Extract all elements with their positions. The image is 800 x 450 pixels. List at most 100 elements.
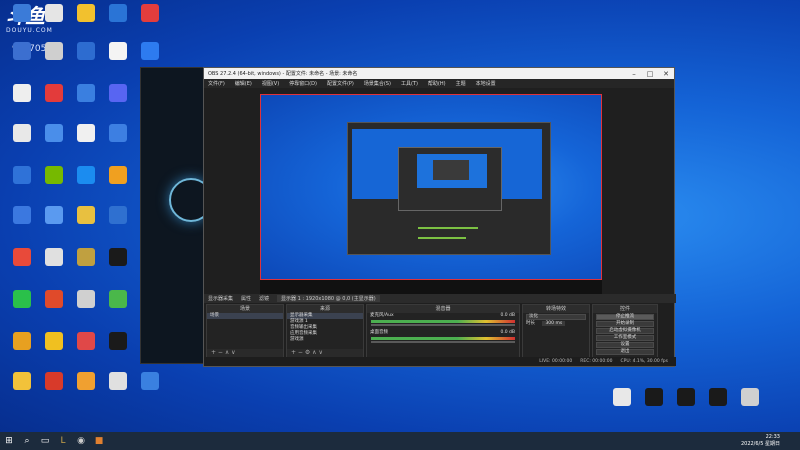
desktop-icon[interactable] <box>6 166 38 185</box>
studio-mode-button[interactable]: 工作室模式 <box>596 335 654 341</box>
league-client-icon[interactable]: L <box>54 432 72 450</box>
obs-taskbar-icon[interactable]: ◉ <box>72 432 90 450</box>
system-clock[interactable]: 22:33 2022/6/5 星期日 <box>741 434 780 448</box>
image-file-icon <box>709 388 727 406</box>
scene-item[interactable]: 场景 <box>207 313 283 319</box>
settings-button[interactable]: 设置 <box>596 342 654 348</box>
obs-window[interactable]: OBS 27.2.4 (64-bit, windows) - 配置文件: 未命名… <box>203 67 676 367</box>
desktop-icon[interactable] <box>6 332 38 351</box>
properties-button[interactable]: 属性 <box>241 295 251 302</box>
menu-scene-collection[interactable]: 场景集合(S) <box>364 80 391 87</box>
desktop-icon[interactable] <box>102 124 134 143</box>
desktop-icon[interactable] <box>38 332 70 351</box>
desktop-icon[interactable] <box>134 372 166 391</box>
desktop-icon[interactable] <box>38 372 70 391</box>
minimize-button[interactable]: – <box>626 70 642 78</box>
desktop-icon[interactable] <box>6 290 38 309</box>
desktop-icon[interactable] <box>702 388 734 407</box>
desktop-icon[interactable] <box>6 372 38 391</box>
desktop-icon[interactable] <box>102 206 134 225</box>
app-icon <box>13 4 31 22</box>
desktop-icon[interactable] <box>70 290 102 309</box>
desktop-icon[interactable] <box>734 388 766 407</box>
desktop-icon[interactable] <box>6 84 38 103</box>
filters-button[interactable]: 滤镜 <box>259 295 269 302</box>
desktop-icon[interactable] <box>38 206 70 225</box>
virtual-camera-button[interactable]: 启动虚拟摄像机 <box>596 328 654 334</box>
desktop-icon[interactable] <box>6 4 38 23</box>
desktop-icon[interactable] <box>38 84 70 103</box>
menu-docks[interactable]: 停靠窗口(D) <box>289 80 317 87</box>
volume-slider[interactable] <box>371 324 515 326</box>
desktop-icon[interactable] <box>102 84 134 103</box>
desktop-icon[interactable] <box>70 124 102 143</box>
desktop-icon[interactable] <box>102 42 134 61</box>
desktop-audio-db: 0.0 dB <box>500 330 515 335</box>
menu-theme[interactable]: 主题 <box>456 80 466 87</box>
exit-button[interactable]: 退出 <box>596 349 654 355</box>
desktop-icon[interactable] <box>70 206 102 225</box>
desktop-icon[interactable] <box>102 290 134 309</box>
nested-obs-window-2 <box>398 147 502 211</box>
menu-local-settings[interactable]: 本地设置 <box>476 80 496 87</box>
menu-file[interactable]: 文件(F) <box>208 80 225 87</box>
desktop-icon[interactable] <box>38 248 70 267</box>
obs-preview[interactable] <box>260 94 602 294</box>
duration-label: 时长 <box>526 321 535 326</box>
app-icon <box>45 84 63 102</box>
menu-tools[interactable]: 工具(T) <box>401 80 418 87</box>
stop-streaming-button[interactable]: 停止推流 <box>596 314 654 320</box>
desktop-icon[interactable] <box>102 332 134 351</box>
desktop-icon[interactable] <box>102 248 134 267</box>
desktop-icon[interactable] <box>102 372 134 391</box>
desktop-icon[interactable] <box>70 248 102 267</box>
desktop-icon[interactable] <box>38 290 70 309</box>
desktop-icon[interactable] <box>38 166 70 185</box>
desktop-icon[interactable] <box>70 4 102 23</box>
duration-input[interactable]: 300 ms <box>542 321 566 326</box>
desktop-icon[interactable] <box>134 4 166 23</box>
desktop-icon[interactable] <box>70 372 102 391</box>
desktop-icon[interactable] <box>134 42 166 61</box>
menu-profile[interactable]: 配置文件(P) <box>327 80 354 87</box>
desktop-icon[interactable] <box>6 206 38 225</box>
menu-edit[interactable]: 编辑(E) <box>235 80 252 87</box>
start-icon[interactable]: ⊞ <box>0 432 18 450</box>
display-select[interactable]: 显示器 1 : 1920x1080 @ 0,0 (主显示器) <box>277 295 380 302</box>
desktop-icon[interactable] <box>38 42 70 61</box>
desktop-icon[interactable] <box>670 388 702 407</box>
volume-slider[interactable] <box>371 341 515 343</box>
start-recording-button[interactable]: 开始录制 <box>596 321 654 327</box>
background-app-window[interactable] <box>140 67 213 364</box>
desktop-icon[interactable] <box>70 42 102 61</box>
windows-taskbar: ⊞ ⌕ ▭ L ◉ ■ 22:33 2022/6/5 星期日 <box>0 432 800 450</box>
app-taskbar-icon[interactable]: ■ <box>90 432 108 450</box>
source-item[interactable]: 游戏源 <box>287 337 363 343</box>
desktop-icon[interactable] <box>70 84 102 103</box>
scenes-footer-buttons[interactable]: + − ∧ ∨ <box>207 349 283 357</box>
menu-view[interactable]: 视图(V) <box>262 80 279 87</box>
desktop-icon[interactable] <box>102 166 134 185</box>
sources-footer-buttons[interactable]: + − ⚙ ∧ ∨ <box>287 349 363 357</box>
menu-help[interactable]: 帮助(H) <box>428 80 446 87</box>
desktop-icon[interactable] <box>70 166 102 185</box>
obs-titlebar[interactable]: OBS 27.2.4 (64-bit, windows) - 配置文件: 未命名… <box>204 68 674 79</box>
transition-select[interactable]: 淡化 <box>526 314 586 320</box>
desktop-icon[interactable] <box>6 124 38 143</box>
nested-obs-window-3 <box>433 160 469 180</box>
desktop-icon[interactable] <box>102 4 134 23</box>
desktop-icon[interactable] <box>606 388 638 407</box>
task-view-icon[interactable]: ▭ <box>36 432 54 450</box>
desktop-icon[interactable] <box>70 332 102 351</box>
maximize-button[interactable]: □ <box>642 70 658 78</box>
app-icon <box>77 372 95 390</box>
close-button[interactable]: ✕ <box>658 70 674 78</box>
desktop-icon[interactable] <box>6 42 38 61</box>
desktop-icon[interactable] <box>38 4 70 23</box>
desktop-icon[interactable] <box>6 248 38 267</box>
app-icon <box>13 332 31 350</box>
source-toolbar: 显示器采集 属性 滤镜 显示器 1 : 1920x1080 @ 0,0 (主显示… <box>204 294 676 303</box>
desktop-icon[interactable] <box>38 124 70 143</box>
search-icon[interactable]: ⌕ <box>18 432 36 450</box>
desktop-icon[interactable] <box>638 388 670 407</box>
